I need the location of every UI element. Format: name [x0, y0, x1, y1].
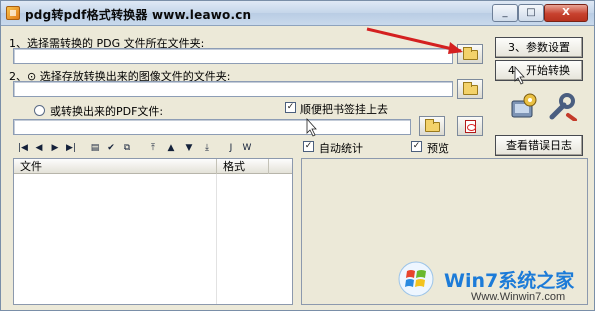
pdg-folder-input[interactable] [13, 48, 453, 64]
maximize-button[interactable]: □ [518, 4, 544, 22]
j-icon[interactable]: J [225, 142, 237, 154]
column-format[interactable]: 格式 [217, 159, 269, 174]
column-file[interactable]: 文件 [14, 159, 217, 174]
list-grid-line [216, 174, 217, 304]
folder-icon [463, 47, 478, 60]
browse-pdf-folder-button[interactable] [419, 116, 445, 136]
bookmark-checkbox[interactable]: ✓ [285, 102, 296, 113]
preview-checkbox[interactable]: ✓ [411, 141, 422, 152]
prev-icon[interactable]: ◀ [33, 142, 45, 154]
view-error-log-button[interactable]: 查看错误日志 [495, 135, 583, 156]
pdf-output-radio[interactable] [34, 105, 45, 116]
pdf-output-label: 或转换出来的PDF文件: [50, 105, 164, 118]
auto-stats-label: 自动统计 [319, 142, 363, 155]
app-icon [6, 6, 20, 20]
app-window: pdg转pdf格式转换器 www.leawo.cn _ □ X 1、选择需转换的… [0, 0, 595, 311]
up-icon[interactable]: ▲ [165, 142, 177, 154]
bookmark-label: 顺便把书签挂上去 [300, 103, 388, 116]
start-convert-button[interactable]: 4、开始转换 [495, 60, 583, 81]
copy-icon[interactable]: ⧉ [121, 142, 133, 154]
first-icon[interactable]: |◀ [17, 142, 29, 154]
wrench-tool-icon[interactable] [548, 93, 578, 121]
minimize-button[interactable]: _ [492, 4, 518, 22]
folder-icon [425, 119, 440, 132]
watermark-brand: Win7系统之家 [444, 270, 575, 292]
browse-image-folder-button[interactable] [457, 79, 483, 99]
pdf-file-button[interactable] [457, 116, 483, 136]
bottom-icon[interactable]: ⤓ [201, 142, 213, 154]
file-list[interactable]: 文件 格式 [13, 158, 293, 305]
browse-pdg-folder-button[interactable] [457, 44, 483, 64]
down-icon[interactable]: ▼ [183, 142, 195, 154]
window-title: pdg转pdf格式转换器 www.leawo.cn [25, 8, 252, 22]
w-icon[interactable]: W [241, 142, 253, 154]
last-icon[interactable]: ▶| [65, 142, 77, 154]
pdf-icon [465, 120, 476, 133]
watermark-url: Www.Winwin7.com [471, 291, 566, 303]
preview-label: 预览 [427, 142, 449, 155]
close-button[interactable]: X [544, 4, 588, 22]
page-icon[interactable]: ▤ [89, 142, 101, 154]
gear-tool-icon[interactable] [509, 91, 539, 121]
image-folder-input[interactable] [13, 81, 453, 97]
windows-logo-watermark [398, 261, 434, 297]
list-toolbar: |◀ ◀ ▶ ▶| ▤ ✔ ⧉ ⤒ ▲ ▼ ⤓ J W [15, 142, 293, 156]
check-icon[interactable]: ✔ [105, 142, 117, 154]
auto-stats-checkbox[interactable]: ✓ [303, 141, 314, 152]
pdf-output-input[interactable] [13, 119, 411, 135]
title-bar: pdg转pdf格式转换器 www.leawo.cn _ □ X [1, 1, 594, 26]
settings-button[interactable]: 3、参数设置 [495, 37, 583, 58]
list-header: 文件 格式 [14, 159, 292, 174]
next-icon[interactable]: ▶ [49, 142, 61, 154]
folder-icon [463, 82, 478, 95]
top-icon[interactable]: ⤒ [147, 142, 159, 154]
